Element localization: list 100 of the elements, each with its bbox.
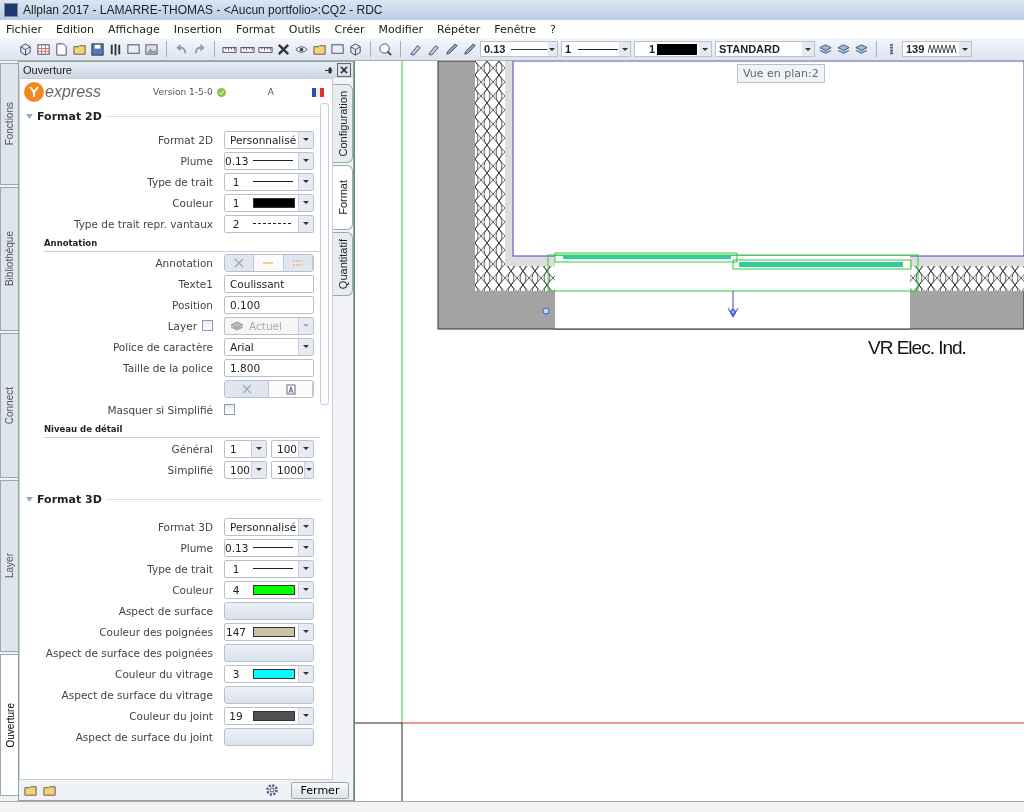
- field-label: Couleur du joint: [129, 709, 213, 722]
- cube-icon[interactable]: [18, 41, 33, 57]
- menu-item[interactable]: Outils: [287, 22, 322, 36]
- field-label: Plume: [180, 541, 213, 554]
- dropdown[interactable]: 1: [224, 559, 314, 578]
- menu-item[interactable]: Répéter: [436, 22, 482, 36]
- checkbox[interactable]: [224, 404, 235, 415]
- field-label: Police de caractère: [112, 340, 213, 353]
- layers-icon[interactable]: [836, 41, 851, 57]
- menu-item[interactable]: Format: [235, 22, 276, 36]
- scrollbar[interactable]: [320, 103, 329, 405]
- line-type-dropdown[interactable]: 1: [561, 41, 631, 57]
- dropdown[interactable]: 1: [224, 172, 314, 191]
- logo-icon: [24, 82, 44, 102]
- layers-icon[interactable]: [818, 41, 833, 57]
- segmented-control[interactable]: [224, 379, 314, 398]
- toggle-option[interactable]: [254, 254, 284, 271]
- grid-icon[interactable]: [36, 41, 51, 57]
- pencil-icon[interactable]: [462, 41, 477, 57]
- side-tab[interactable]: Format: [333, 165, 353, 231]
- pin-icon[interactable]: [324, 65, 333, 75]
- field-label: Format 3D: [157, 520, 213, 533]
- side-tab[interactable]: Layer: [0, 480, 18, 652]
- menu-item[interactable]: Edition: [54, 22, 95, 36]
- page-icon[interactable]: [54, 41, 69, 57]
- field-label: Taille de la police: [123, 361, 213, 374]
- side-tab[interactable]: Fonctions: [0, 63, 18, 185]
- language-label: A: [267, 87, 274, 97]
- settings-icon[interactable]: [265, 783, 279, 797]
- field-label: Annotation: [155, 256, 213, 269]
- toggle-option[interactable]: [269, 380, 313, 397]
- input-field[interactable]: 1.800: [224, 358, 314, 377]
- menu-item[interactable]: Fichier: [5, 22, 43, 36]
- toggle-option[interactable]: [225, 254, 255, 271]
- input-field[interactable]: Coulissant: [224, 274, 314, 293]
- menu-item[interactable]: Modifier: [377, 22, 425, 36]
- dropdown[interactable]: 100: [224, 460, 267, 479]
- flag-icon[interactable]: [312, 87, 324, 97]
- dropdown[interactable]: 2: [224, 214, 314, 233]
- app-icon: [4, 3, 18, 17]
- field-label: Couleur du vitrage: [115, 667, 213, 680]
- field-label: Couleur: [172, 583, 213, 596]
- field-label: Masquer si Simplifié: [107, 403, 213, 416]
- cross-icon: [233, 256, 246, 269]
- menu-item[interactable]: ?: [548, 22, 557, 36]
- menu-item[interactable]: Affichage: [107, 22, 161, 36]
- dropdown[interactable]: 0.13: [224, 151, 314, 170]
- side-tab[interactable]: Connect: [0, 333, 18, 478]
- toggle-option[interactable]: [283, 254, 313, 271]
- pencil-icon[interactable]: [444, 41, 459, 57]
- side-tab[interactable]: Quantitatif: [333, 232, 353, 297]
- dropdown[interactable]: 1: [224, 439, 267, 458]
- screen-icon[interactable]: [330, 41, 345, 57]
- hatch-dropdown[interactable]: 139: [902, 41, 972, 57]
- menu-item[interactable]: Insertion: [172, 22, 223, 36]
- dropdown[interactable]: 1: [224, 193, 314, 212]
- field-label: Type de trait repr. vantaux: [73, 217, 213, 230]
- logo-text: express: [45, 83, 102, 101]
- dropdown[interactable]: 100: [271, 439, 314, 458]
- layers-icon[interactable]: [854, 41, 869, 57]
- collapse-icon[interactable]: [26, 496, 33, 502]
- panel-title: Ouverture: [23, 64, 72, 76]
- field-label: Format 2D: [157, 133, 213, 146]
- text-frame-icon: [284, 382, 297, 395]
- dropdown[interactable]: Arial: [224, 337, 314, 356]
- section-heading: Format 2D: [37, 109, 102, 123]
- field-label: Aspect de surface du vitrage: [61, 688, 213, 701]
- color-dropdown[interactable]: 1: [634, 41, 712, 57]
- cube-icon[interactable]: [348, 41, 363, 57]
- check-icon: [216, 87, 226, 97]
- field-label: Texte1: [178, 277, 213, 290]
- field-label: Aspect de surface du joint: [75, 730, 213, 743]
- screen-icon[interactable]: [126, 41, 141, 57]
- subsection-heading: Niveau de détail: [44, 423, 123, 434]
- dropdown[interactable]: 147: [224, 622, 314, 641]
- dropdown[interactable]: 1000: [271, 460, 314, 479]
- version-label: Version 1-5-0: [153, 87, 213, 97]
- layers-icon: [230, 320, 244, 331]
- menu-item[interactable]: Fenêtre: [493, 22, 537, 36]
- side-tab[interactable]: Bibliothèque: [0, 187, 18, 331]
- input-field[interactable]: 0.100: [224, 295, 314, 314]
- bars-icon[interactable]: [108, 41, 123, 57]
- dropdown[interactable]: Personnalisé: [224, 130, 314, 149]
- field-label: Général: [171, 442, 213, 455]
- collapse-icon[interactable]: [26, 113, 33, 119]
- toggle-option[interactable]: [225, 380, 269, 397]
- pen-dropdown[interactable]: 0.13: [480, 41, 558, 57]
- close-button[interactable]: [337, 63, 351, 77]
- field-label: Aspect de surface des poignées: [45, 646, 213, 659]
- dropdown[interactable]: Personnalisé: [224, 517, 314, 536]
- close-button[interactable]: Fermer: [291, 781, 349, 799]
- dropdown[interactable]: 3: [224, 664, 314, 683]
- dropdown[interactable]: 0.13: [224, 538, 314, 557]
- layer-dropdown[interactable]: STANDARD: [715, 41, 815, 57]
- side-tab[interactable]: Configuration: [333, 84, 353, 164]
- magnifier-icon[interactable]: [378, 41, 393, 57]
- dropdown[interactable]: 19: [224, 706, 314, 725]
- menu-item[interactable]: Créer: [333, 22, 366, 36]
- image-icon[interactable]: [144, 41, 159, 57]
- dropdown[interactable]: 4: [224, 580, 314, 599]
